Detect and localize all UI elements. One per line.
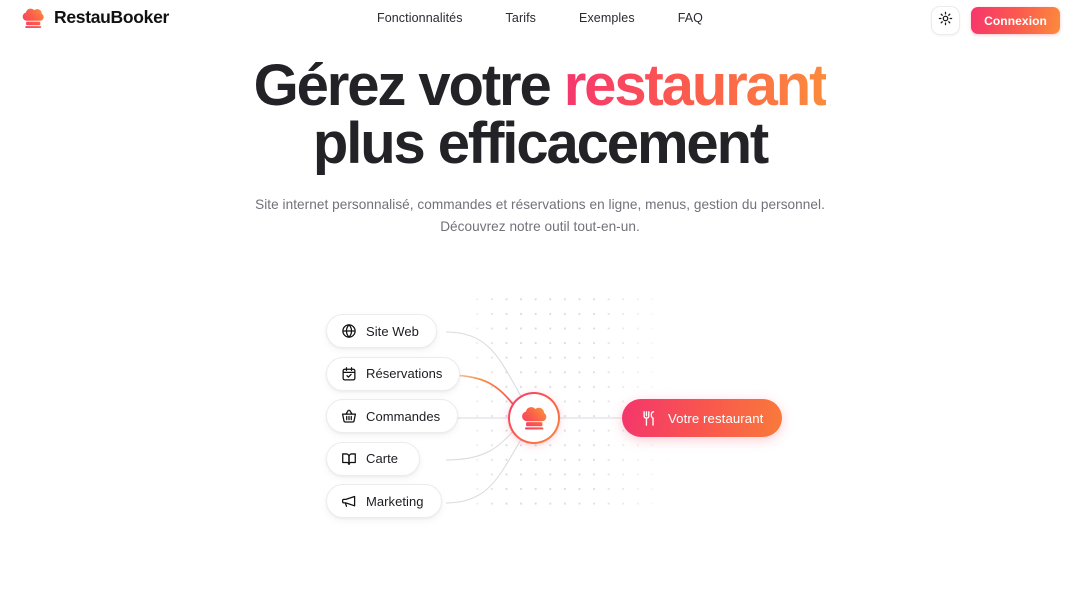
main-nav: Fonctionnalités Tarifs Exemples FAQ	[0, 11, 1080, 25]
login-button[interactable]: Connexion	[971, 7, 1060, 34]
theme-toggle-button[interactable]	[931, 6, 961, 35]
hero-subtitle-line1: Site internet personnalisé, commandes et…	[255, 197, 825, 212]
hero-title-accent: restaurant	[563, 53, 829, 118]
hero-title-line2: plus efficacement	[312, 111, 769, 176]
header-actions: Connexion	[931, 6, 1060, 35]
feature-pill-label: Réservations	[366, 366, 443, 382]
book-open-icon	[341, 451, 357, 467]
hero-section: Gérez votre restaurant plus efficacement…	[0, 57, 1080, 238]
feature-pill-carte[interactable]: Carte	[326, 441, 420, 476]
hero-subtitle-line2: Découvrez notre outil tout-en-un.	[440, 219, 640, 234]
megaphone-icon	[341, 493, 357, 509]
utensils-icon	[641, 410, 658, 427]
feature-pill-commandes[interactable]: Commandes	[326, 399, 459, 434]
shopping-basket-icon	[341, 408, 357, 424]
feature-pill-list: Site Web Réservations Commandes Carte Ma…	[326, 314, 461, 519]
feature-pill-marketing[interactable]: Marketing	[326, 484, 442, 519]
feature-pill-site-web[interactable]: Site Web	[326, 314, 437, 348]
feature-pill-label: Commandes	[366, 408, 441, 424]
chef-hat-icon	[519, 404, 549, 432]
target-pill-label: Votre restaurant	[668, 410, 764, 426]
diagram-hub	[508, 392, 560, 444]
target-pill-votre-restaurant[interactable]: Votre restaurant	[622, 399, 783, 437]
hero-title-part1: Gérez votre	[253, 53, 564, 118]
nav-item-tarifs[interactable]: Tarifs	[506, 11, 536, 25]
feature-pill-label: Site Web	[366, 323, 419, 339]
feature-pill-label: Marketing	[366, 493, 424, 509]
calendar-check-icon	[341, 366, 357, 382]
globe-icon	[341, 323, 357, 339]
nav-item-faq[interactable]: FAQ	[678, 11, 703, 25]
page-title: Gérez votre restaurant plus efficacement	[0, 57, 1080, 176]
nav-item-exemples[interactable]: Exemples	[579, 11, 635, 25]
feature-pill-label: Carte	[366, 451, 399, 467]
nav-item-fonctionnalites[interactable]: Fonctionnalités	[377, 11, 463, 25]
feature-pill-reservations[interactable]: Réservations	[326, 356, 461, 391]
hero-subtitle: Site internet personnalisé, commandes et…	[0, 194, 1080, 238]
sun-icon	[938, 11, 953, 31]
site-header: RestauBooker Fonctionnalités Tarifs Exem…	[0, 0, 1080, 40]
